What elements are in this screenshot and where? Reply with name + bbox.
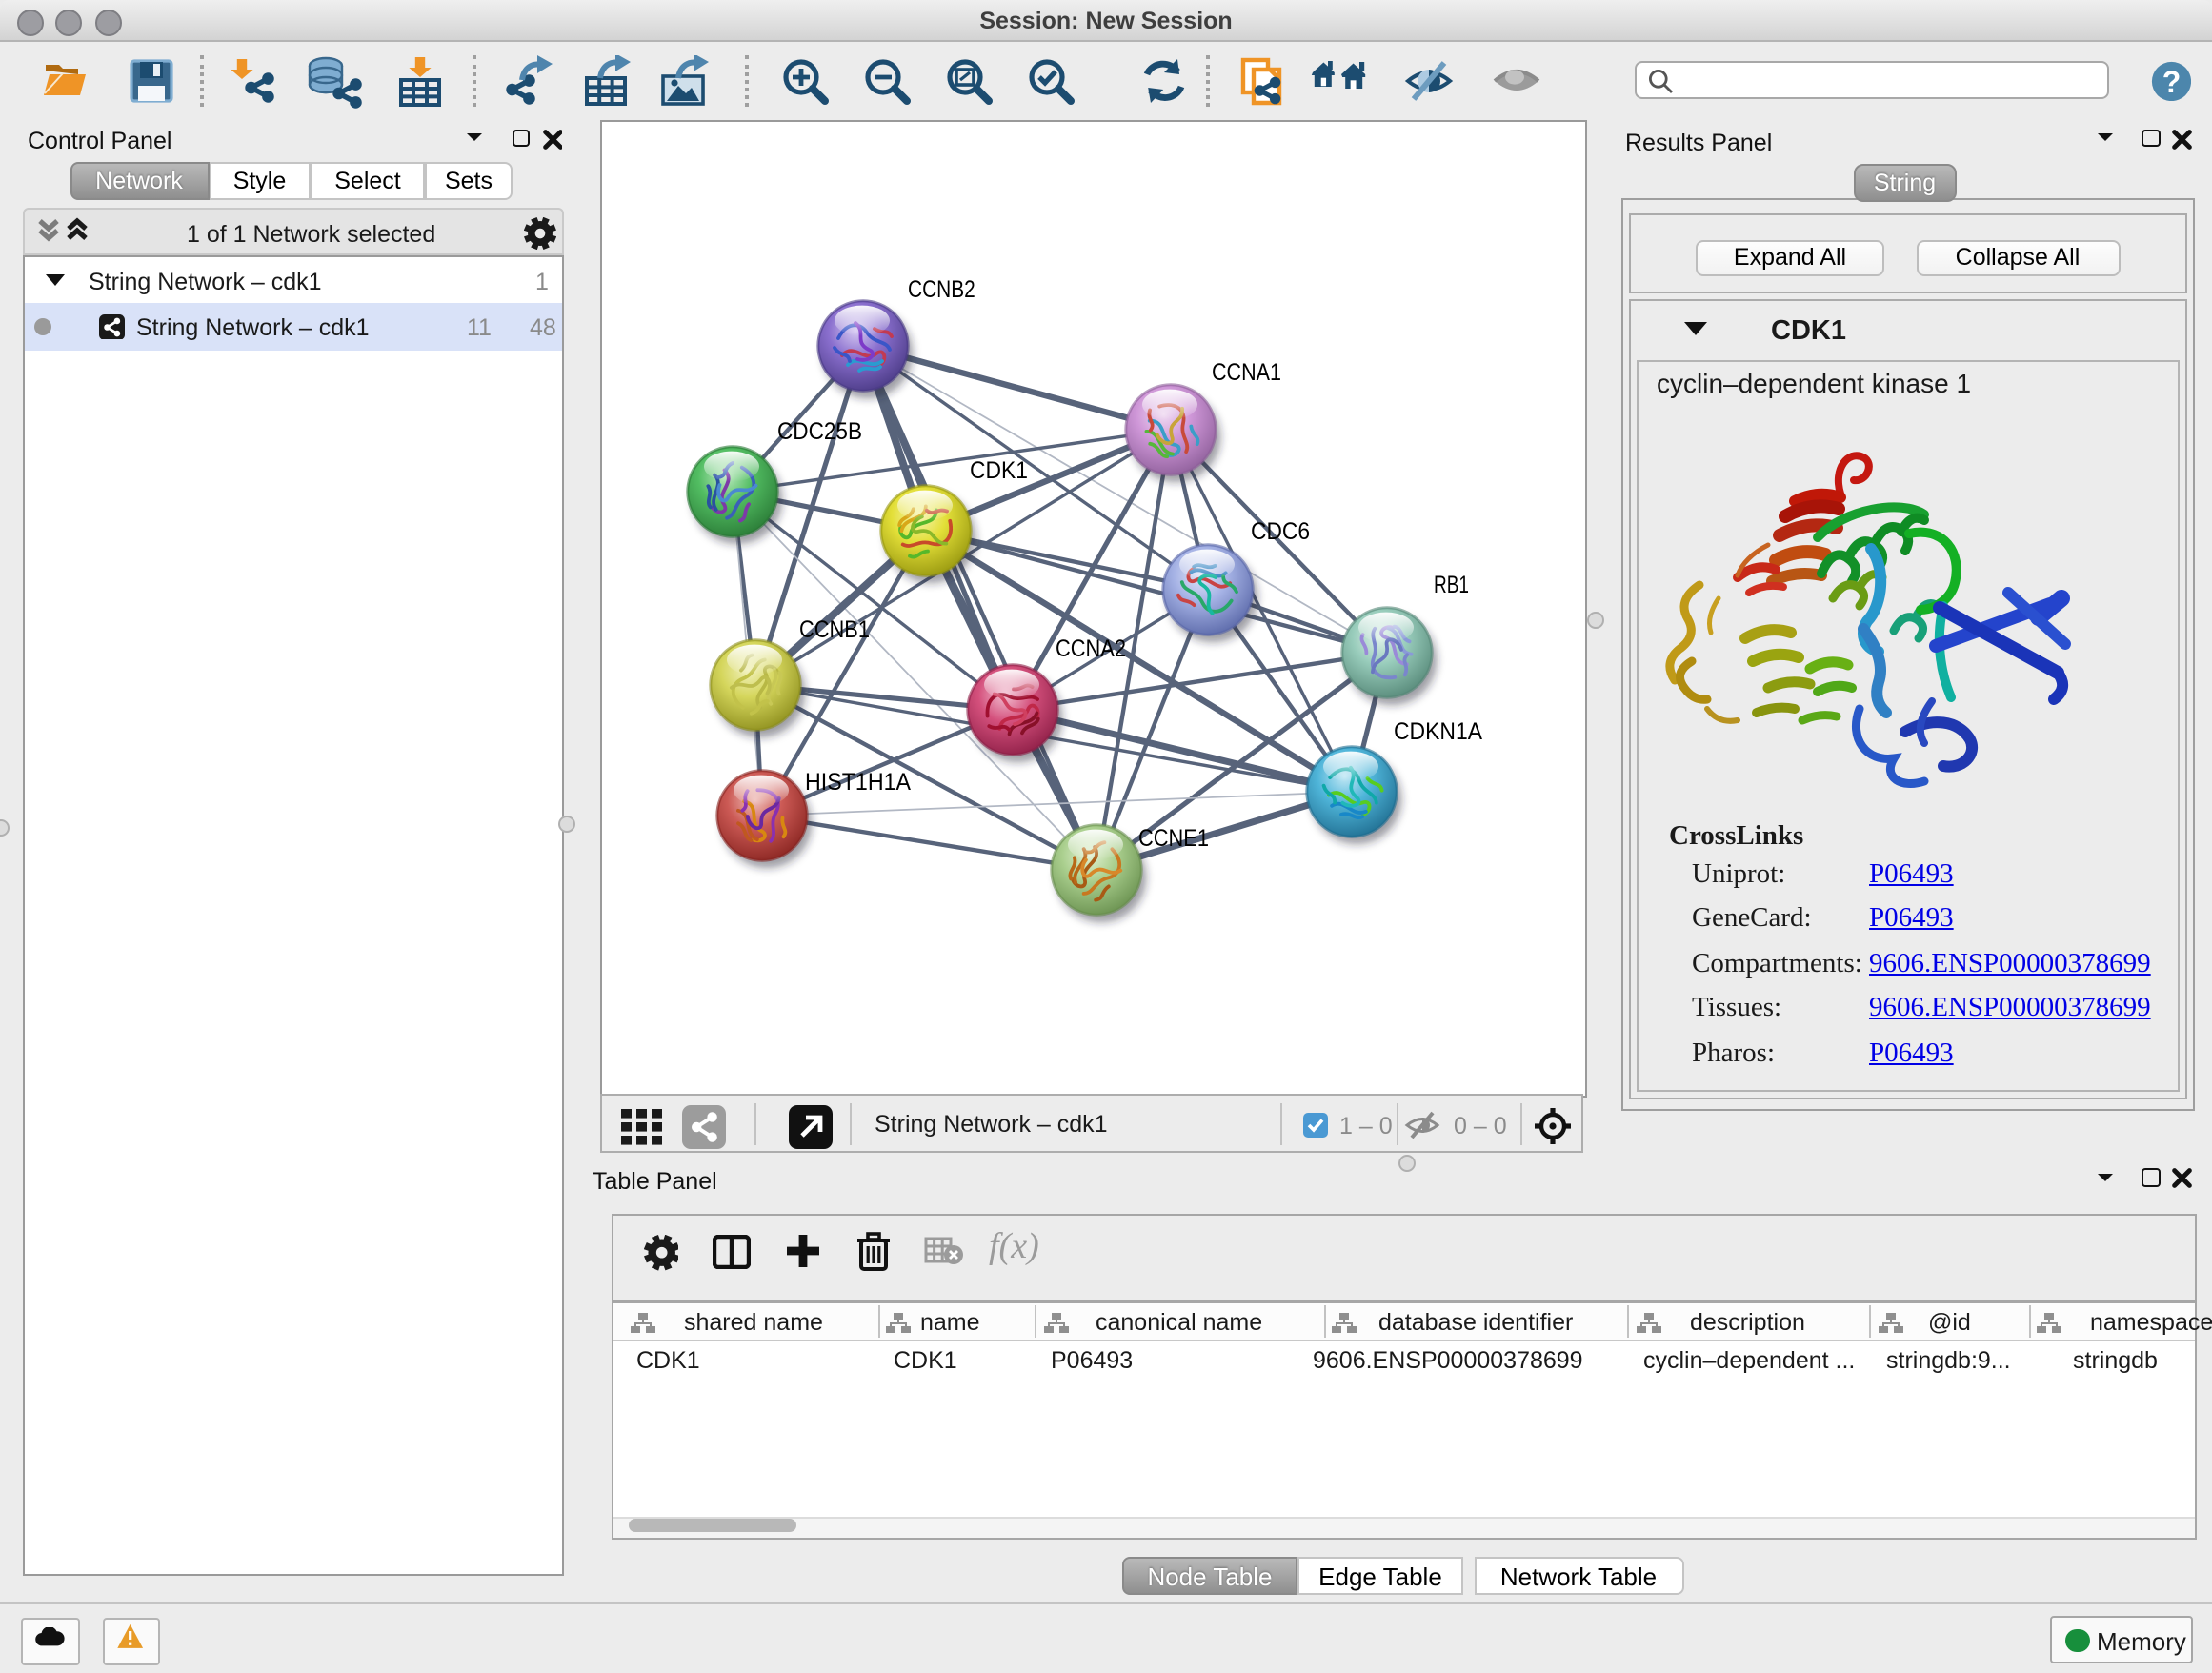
- svg-text:CDKN1A: CDKN1A: [1393, 717, 1481, 744]
- svg-text:CCNA1: CCNA1: [1211, 358, 1280, 385]
- svg-text:CCNA2: CCNA2: [1055, 635, 1125, 661]
- svg-text:CCNB1: CCNB1: [798, 615, 869, 642]
- svg-text:CCNB2: CCNB2: [907, 275, 975, 302]
- svg-text:HIST1H1A: HIST1H1A: [804, 768, 910, 795]
- svg-text:?: ?: [2162, 64, 2181, 98]
- svg-text:CDC6: CDC6: [1250, 517, 1309, 544]
- svg-text:CDC25B: CDC25B: [776, 417, 861, 444]
- svg-text:CDK1: CDK1: [969, 456, 1027, 483]
- svg-text:RB1: RB1: [1433, 571, 1468, 597]
- svg-text:CCNE1: CCNE1: [1137, 824, 1208, 851]
